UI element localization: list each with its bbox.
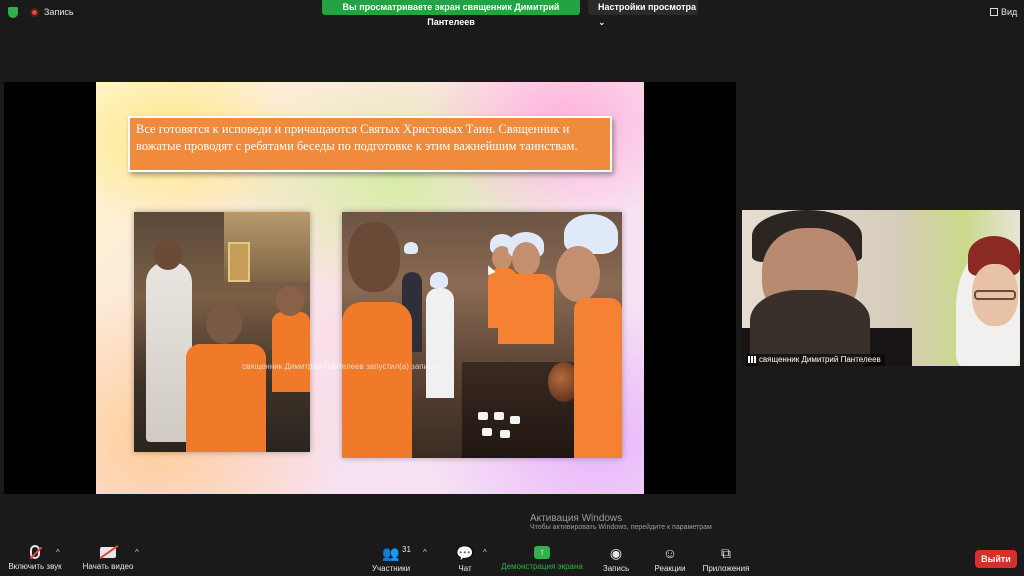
record-label: Запись: [602, 564, 630, 573]
top-bar: Запись Вы просматриваете экран священник…: [0, 0, 1024, 27]
photo-church-confession: [134, 212, 310, 452]
participant-video-tile[interactable]: священник Димитрий Пантелеев: [742, 210, 1020, 366]
priest-head: [154, 240, 182, 270]
leave-button[interactable]: Выйти: [975, 550, 1017, 568]
meeting-toolbar: Включить звук ^ Начать видео ^ 👥 Участни…: [0, 538, 1024, 576]
boy-head: [348, 222, 400, 292]
participant-name-tag: священник Димитрий Пантелеев: [746, 354, 885, 366]
boy-head: [276, 286, 304, 316]
microphone-muted-icon: [30, 545, 40, 559]
girl-head: [512, 242, 540, 276]
chat-icon: 💬: [456, 545, 474, 561]
counselor-figure: [574, 298, 622, 458]
scarf: [404, 242, 418, 254]
record-icon: [30, 8, 39, 17]
cup: [510, 416, 520, 424]
chevron-up-icon[interactable]: ^: [483, 548, 487, 557]
chevron-up-icon[interactable]: ^: [423, 548, 427, 557]
child-figure: [426, 288, 454, 398]
view-button[interactable]: Вид: [990, 7, 1017, 17]
boy-figure: [272, 312, 310, 392]
apps-button[interactable]: ⧉ Приложения: [700, 538, 752, 573]
cup: [494, 412, 504, 420]
camera-off-icon: [100, 547, 116, 558]
boy-figure: [186, 344, 266, 452]
participants-button[interactable]: 👥 Участники: [368, 538, 414, 573]
shield-icon[interactable]: [8, 7, 18, 18]
recording-label[interactable]: Запись: [44, 7, 74, 17]
record-button[interactable]: ◉ Запись: [600, 538, 632, 573]
start-video-button[interactable]: Начать видео: [80, 538, 136, 571]
watermark-title: Активация Windows: [530, 513, 623, 524]
cup: [478, 412, 488, 420]
participants-label: Участники: [371, 564, 411, 573]
counselor-figure: [498, 274, 554, 344]
icon-painting: [228, 242, 250, 282]
share-screen-button[interactable]: ↑ Демонстрация экрана: [498, 538, 586, 571]
record-icon: ◉: [609, 545, 623, 561]
counselor-head: [556, 246, 600, 302]
participant-name: священник Димитрий Пантелеев: [759, 355, 881, 364]
reactions-button[interactable]: ☺ Реакции: [652, 538, 688, 573]
boy-head: [206, 304, 242, 344]
share-screen-icon: ↑: [534, 546, 550, 559]
unmute-label: Включить звук: [8, 562, 62, 571]
shared-screen: Все готовятся к исповеди и причащаются С…: [4, 82, 736, 531]
chat-label: Чат: [458, 564, 472, 573]
presentation-slide: Все готовятся к исповеди и причащаются С…: [96, 82, 644, 494]
woman-glasses: [974, 290, 1016, 300]
apps-icon: ⧉: [721, 545, 731, 561]
watermark-subtitle: Чтобы активировать Windows, перейдите к …: [530, 524, 712, 531]
reactions-label: Реакции: [654, 564, 686, 573]
cup: [500, 430, 510, 438]
grid-icon: [990, 8, 998, 16]
boy-figure: [342, 302, 412, 458]
windows-activation-watermark: Активация Windows Чтобы активировать Win…: [530, 513, 712, 531]
chevron-down-icon: ⌄: [598, 17, 606, 27]
start-video-label: Начать видео: [82, 562, 134, 571]
apps-label: Приложения: [702, 564, 750, 573]
view-label: Вид: [1001, 7, 1018, 17]
recording-overlay: священник Димитрий Пантелеев запустил(а)…: [242, 362, 437, 371]
emoji-icon: ☺: [662, 545, 678, 561]
chevron-up-icon[interactable]: ^: [56, 548, 60, 557]
chevron-up-icon[interactable]: ^: [135, 548, 139, 557]
share-screen-label: Демонстрация экрана: [501, 562, 583, 571]
scarf: [430, 272, 448, 288]
cup: [482, 428, 492, 436]
participants-count: 31: [402, 545, 411, 554]
screen-share-banner: Вы просматриваете экран священник Димитр…: [322, 0, 580, 27]
slide-caption: Все готовятся к исповеди и причащаются С…: [128, 116, 612, 172]
view-options-label: Настройки просмотра: [598, 2, 697, 12]
chat-button[interactable]: 💬 Чат: [452, 538, 478, 573]
signal-icon: [748, 356, 757, 363]
photo-tea-table: [342, 212, 622, 458]
view-options-button[interactable]: Настройки просмотра ⌄: [588, 0, 698, 27]
